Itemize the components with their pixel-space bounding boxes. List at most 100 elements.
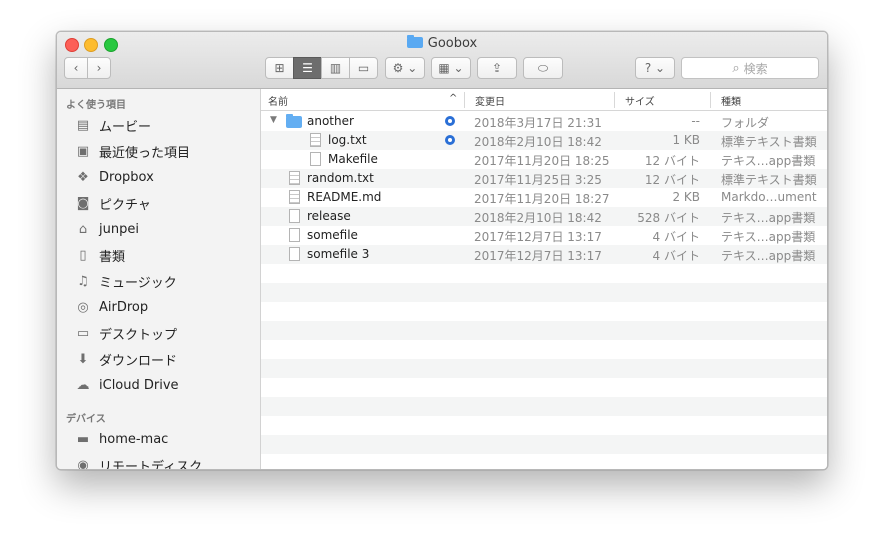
search-placeholder: 検索 xyxy=(743,61,768,76)
file-kind: 標準テキスト書類 xyxy=(721,135,817,149)
sidebar-item-label: Dropbox xyxy=(99,169,154,185)
file-size: 4 バイト xyxy=(652,249,700,263)
sort-indicator-icon: ^ xyxy=(449,93,458,104)
sidebar-device-1[interactable]: ◉ リモートディスク xyxy=(57,454,261,470)
help-button[interactable]: ? ⌄ xyxy=(635,57,675,79)
sidebar-item-1[interactable]: ▣ 最近使った項目 xyxy=(57,140,261,162)
column-view-button[interactable]: ▥ xyxy=(321,57,350,79)
column-divider[interactable] xyxy=(710,92,711,108)
action-menu-button[interactable]: ⚙ ⌄ xyxy=(385,57,425,79)
file-row[interactable]: Makefile 2017年11月20日 18:25 12 バイト テキス…app書類 xyxy=(261,150,827,169)
sidebar-item-label: home-mac xyxy=(99,431,169,447)
coverflow-view-button[interactable]: ▭ xyxy=(349,57,378,79)
icon-view-button[interactable]: ⊞ xyxy=(265,57,294,79)
file-kind: 標準テキスト書類 xyxy=(721,173,817,187)
empty-row xyxy=(261,321,827,340)
file-date: 2017年12月7日 13:17 xyxy=(474,230,602,244)
document-icon xyxy=(310,152,321,166)
file-date: 2017年12月7日 13:17 xyxy=(474,249,602,263)
empty-row xyxy=(261,359,827,378)
document-icon xyxy=(289,228,300,242)
forward-icon: › xyxy=(96,61,102,75)
file-row[interactable]: release 2018年2月10日 18:42 528 バイト テキス…app書類 xyxy=(261,207,827,226)
recents-icon: ▣ xyxy=(76,143,90,159)
date-column-header[interactable]: 変更日 xyxy=(475,93,505,108)
sidebar-item-6[interactable]: ♫ ミュージック xyxy=(57,270,261,292)
sidebar-item-label: AirDrop xyxy=(99,299,149,315)
file-row[interactable]: README.md 2017年11月20日 18:27 2 KB Markdo…ume… xyxy=(261,188,827,207)
sidebar-item-label: 書類 xyxy=(99,249,126,265)
home-icon: ⌂ xyxy=(78,221,88,237)
file-name: somefile 3 xyxy=(307,247,370,261)
dropbox-icon: ❖ xyxy=(77,169,89,185)
file-name: README.md xyxy=(307,190,382,204)
sidebar-item-label: デスクトップ xyxy=(99,327,178,343)
sidebar-item-3[interactable]: ◙ ピクチャ xyxy=(57,192,261,214)
file-name: release xyxy=(307,209,351,223)
cloud-icon: ☁ xyxy=(76,377,90,393)
sidebar-item-5[interactable]: ▯ 書類 xyxy=(57,244,261,266)
file-row[interactable]: somefile 2017年12月7日 13:17 4 バイト テキス…app書類 xyxy=(261,226,827,245)
sidebar-item-8[interactable]: ▭ デスクトップ xyxy=(57,322,261,344)
file-row[interactable]: ▼ another 2018年3月17日 21:31 -- フォルダ xyxy=(261,112,827,131)
empty-row xyxy=(261,283,827,302)
file-date: 2018年2月10日 18:42 xyxy=(474,135,602,149)
empty-row xyxy=(261,416,827,435)
forward-button[interactable]: › xyxy=(87,57,111,79)
column-divider[interactable] xyxy=(614,92,615,108)
kind-column-header[interactable]: 種類 xyxy=(721,93,741,108)
file-row[interactable]: random.txt 2017年11月25日 3:25 12 バイト 標準テキスト書類 xyxy=(261,169,827,188)
gear-icon: ⚙ ⌄ xyxy=(392,61,418,75)
arrange-icon: ▦ ⌄ xyxy=(438,61,464,75)
empty-row xyxy=(261,264,827,283)
empty-row xyxy=(261,435,827,454)
sidebar-item-label: ミュージック xyxy=(99,275,177,291)
sidebar-item-0[interactable]: ▤ ムービー xyxy=(57,114,261,136)
sidebar-device-0[interactable]: ▬ home-mac xyxy=(57,428,261,450)
sidebar-item-10[interactable]: ☁ iCloud Drive xyxy=(57,374,261,396)
airdrop-icon: ◎ xyxy=(77,299,89,315)
name-column-header[interactable]: 名前 xyxy=(268,93,288,108)
share-icon: ⇪ xyxy=(491,61,503,75)
list-view-button[interactable]: ☰ xyxy=(293,57,322,79)
film-icon: ▤ xyxy=(76,117,90,133)
folder-icon xyxy=(406,35,423,48)
document-icon xyxy=(289,209,300,223)
file-kind: テキス…app書類 xyxy=(721,249,816,263)
file-name: somefile xyxy=(307,228,358,242)
file-size: -- xyxy=(691,114,700,128)
sidebar-item-label: junpei xyxy=(99,221,139,237)
arrange-menu-button[interactable]: ▦ ⌄ xyxy=(431,57,471,79)
download-icon: ⬇ xyxy=(77,351,89,367)
empty-row xyxy=(261,397,827,416)
file-row[interactable]: somefile 3 2017年12月7日 13:17 4 バイト テキス…app書類 xyxy=(261,245,827,264)
file-size: 12 バイト xyxy=(644,173,700,187)
file-kind: Markdo…ument xyxy=(721,190,817,204)
hard-drive-icon: ▬ xyxy=(76,431,90,447)
text-document-icon xyxy=(289,190,300,204)
sidebar-item-9[interactable]: ⬇ ダウンロード xyxy=(57,348,261,370)
file-row[interactable]: log.txt 2018年2月10日 18:42 1 KB 標準テキスト書類 xyxy=(261,131,827,150)
text-document-icon xyxy=(289,171,300,185)
file-date: 2018年2月10日 18:42 xyxy=(474,211,602,225)
share-button[interactable]: ⇪ xyxy=(477,57,517,79)
file-size: 2 KB xyxy=(672,190,700,204)
finder-window: Goobox ‹ › ⊞ ☰ ▥ ▭ ⚙ ⌄ ▦ ⌄ ⇪ ⬭ ? ⌄ ⌕ 検索 … xyxy=(56,31,828,470)
column-divider[interactable] xyxy=(464,92,465,108)
window-title: Goobox xyxy=(57,35,827,51)
grid-icon: ⊞ xyxy=(274,61,285,75)
column-header: 名前 ^ 変更日 サイズ 種類 xyxy=(261,89,827,111)
sidebar-item-7[interactable]: ◎ AirDrop xyxy=(57,296,261,318)
search-field[interactable]: ⌕ 検索 xyxy=(681,57,819,79)
disclosure-triangle-icon[interactable]: ▼ xyxy=(270,115,277,125)
size-column-header[interactable]: サイズ xyxy=(625,93,655,108)
sidebar-item-4[interactable]: ⌂ junpei xyxy=(57,218,261,240)
desktop-icon: ▭ xyxy=(76,325,90,341)
devices-header: デバイス xyxy=(66,414,106,425)
empty-row xyxy=(261,340,827,359)
sidebar-item-2[interactable]: ❖ Dropbox xyxy=(57,166,261,188)
tag-button[interactable]: ⬭ xyxy=(523,57,563,79)
back-button[interactable]: ‹ xyxy=(64,57,88,79)
empty-row xyxy=(261,302,827,321)
file-kind: テキス…app書類 xyxy=(721,154,816,168)
